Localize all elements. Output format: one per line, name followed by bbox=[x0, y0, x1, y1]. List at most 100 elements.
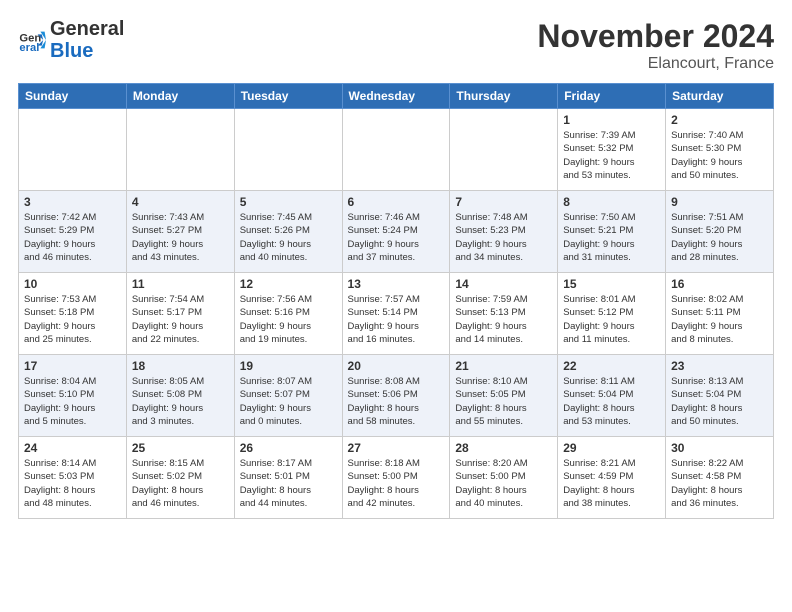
calendar-cell-w3-d4: 21 Sunrise: 8:10 AM Sunset: 5:05 PM Dayli… bbox=[450, 355, 558, 437]
day-number: 19 bbox=[240, 359, 337, 373]
day-info: Sunrise: 7:42 AM Sunset: 5:29 PM Dayligh… bbox=[24, 211, 121, 264]
calendar-cell-w4-d3: 27 Sunrise: 8:18 AM Sunset: 5:00 PM Dayli… bbox=[342, 437, 450, 519]
week-row-0: 1 Sunrise: 7:39 AM Sunset: 5:32 PM Daylig… bbox=[19, 109, 774, 191]
logo-blue: Blue bbox=[50, 40, 93, 62]
day-info: Sunrise: 8:22 AM Sunset: 4:58 PM Dayligh… bbox=[671, 457, 768, 510]
calendar-cell-w3-d1: 18Sunrise: 8:05 AM Sunset: 5:08 PM Dayli… bbox=[126, 355, 234, 437]
page: Gen eral General Blue November 2024 Elan… bbox=[0, 0, 792, 529]
calendar-cell-w1-d2: 5 Sunrise: 7:45 AM Sunset: 5:26 PM Daylig… bbox=[234, 191, 342, 273]
day-number: 11 bbox=[132, 277, 229, 291]
col-wednesday: Wednesday bbox=[342, 84, 450, 109]
calendar-cell-w1-d5: 8 Sunrise: 7:50 AM Sunset: 5:21 PM Daylig… bbox=[558, 191, 666, 273]
day-number: 24 bbox=[24, 441, 121, 455]
day-number: 4 bbox=[132, 195, 229, 209]
day-number: 14 bbox=[455, 277, 552, 291]
day-info: Sunrise: 7:39 AM Sunset: 5:32 PM Dayligh… bbox=[563, 129, 660, 182]
day-number: 30 bbox=[671, 441, 768, 455]
day-number: 27 bbox=[348, 441, 445, 455]
week-row-4: 24 Sunrise: 8:14 AM Sunset: 5:03 PM Dayli… bbox=[19, 437, 774, 519]
day-info: Sunrise: 8:15 AM Sunset: 5:02 PM Dayligh… bbox=[132, 457, 229, 510]
day-number: 21 bbox=[455, 359, 552, 373]
calendar-cell-w3-d2: 19Sunrise: 8:07 AM Sunset: 5:07 PM Dayli… bbox=[234, 355, 342, 437]
calendar-cell-w3-d3: 20 Sunrise: 8:08 AM Sunset: 5:06 PM Dayli… bbox=[342, 355, 450, 437]
day-number: 2 bbox=[671, 113, 768, 127]
day-number: 16 bbox=[671, 277, 768, 291]
day-number: 1 bbox=[563, 113, 660, 127]
day-info: Sunrise: 7:53 AM Sunset: 5:18 PM Dayligh… bbox=[24, 293, 121, 346]
calendar-cell-w4-d4: 28Sunrise: 8:20 AM Sunset: 5:00 PM Dayli… bbox=[450, 437, 558, 519]
day-info: Sunrise: 7:43 AM Sunset: 5:27 PM Dayligh… bbox=[132, 211, 229, 264]
day-info: Sunrise: 7:48 AM Sunset: 5:23 PM Dayligh… bbox=[455, 211, 552, 264]
calendar-cell-w4-d5: 29 Sunrise: 8:21 AM Sunset: 4:59 PM Dayli… bbox=[558, 437, 666, 519]
day-info: Sunrise: 8:13 AM Sunset: 5:04 PM Dayligh… bbox=[671, 375, 768, 428]
header-area: Gen eral General Blue November 2024 Elan… bbox=[18, 18, 774, 73]
calendar-cell-w2-d6: 16 Sunrise: 8:02 AM Sunset: 5:11 PM Dayli… bbox=[666, 273, 774, 355]
day-info: Sunrise: 8:05 AM Sunset: 5:08 PM Dayligh… bbox=[132, 375, 229, 428]
logo-text: General Blue bbox=[50, 18, 124, 62]
calendar-header-row: Sunday Monday Tuesday Wednesday Thursday… bbox=[19, 84, 774, 109]
day-number: 20 bbox=[348, 359, 445, 373]
logo-icon: Gen eral bbox=[18, 26, 46, 54]
calendar-cell-w1-d4: 7 Sunrise: 7:48 AM Sunset: 5:23 PM Daylig… bbox=[450, 191, 558, 273]
calendar-cell-w2-d5: 15Sunrise: 8:01 AM Sunset: 5:12 PM Dayli… bbox=[558, 273, 666, 355]
day-number: 22 bbox=[563, 359, 660, 373]
calendar-cell-w0-d5: 1 Sunrise: 7:39 AM Sunset: 5:32 PM Daylig… bbox=[558, 109, 666, 191]
calendar-cell-w1-d1: 4 Sunrise: 7:43 AM Sunset: 5:27 PM Daylig… bbox=[126, 191, 234, 273]
day-info: Sunrise: 7:40 AM Sunset: 5:30 PM Dayligh… bbox=[671, 129, 768, 182]
day-number: 5 bbox=[240, 195, 337, 209]
day-info: Sunrise: 7:51 AM Sunset: 5:20 PM Dayligh… bbox=[671, 211, 768, 264]
logo-general: General bbox=[50, 18, 124, 40]
week-row-3: 17Sunrise: 8:04 AM Sunset: 5:10 PM Dayli… bbox=[19, 355, 774, 437]
day-info: Sunrise: 8:18 AM Sunset: 5:00 PM Dayligh… bbox=[348, 457, 445, 510]
calendar-cell-w2-d3: 13Sunrise: 7:57 AM Sunset: 5:14 PM Dayli… bbox=[342, 273, 450, 355]
month-title: November 2024 bbox=[537, 18, 774, 55]
day-number: 10 bbox=[24, 277, 121, 291]
calendar-cell-w0-d0 bbox=[19, 109, 127, 191]
day-info: Sunrise: 7:59 AM Sunset: 5:13 PM Dayligh… bbox=[455, 293, 552, 346]
day-number: 13 bbox=[348, 277, 445, 291]
day-info: Sunrise: 7:45 AM Sunset: 5:26 PM Dayligh… bbox=[240, 211, 337, 264]
day-number: 28 bbox=[455, 441, 552, 455]
calendar-cell-w1-d6: 9 Sunrise: 7:51 AM Sunset: 5:20 PM Daylig… bbox=[666, 191, 774, 273]
day-info: Sunrise: 8:14 AM Sunset: 5:03 PM Dayligh… bbox=[24, 457, 121, 510]
col-thursday: Thursday bbox=[450, 84, 558, 109]
calendar-cell-w3-d0: 17Sunrise: 8:04 AM Sunset: 5:10 PM Dayli… bbox=[19, 355, 127, 437]
calendar-cell-w0-d6: 2 Sunrise: 7:40 AM Sunset: 5:30 PM Daylig… bbox=[666, 109, 774, 191]
day-info: Sunrise: 7:50 AM Sunset: 5:21 PM Dayligh… bbox=[563, 211, 660, 264]
calendar-cell-w2-d0: 10 Sunrise: 7:53 AM Sunset: 5:18 PM Dayli… bbox=[19, 273, 127, 355]
day-number: 3 bbox=[24, 195, 121, 209]
day-info: Sunrise: 8:10 AM Sunset: 5:05 PM Dayligh… bbox=[455, 375, 552, 428]
day-number: 7 bbox=[455, 195, 552, 209]
day-number: 6 bbox=[348, 195, 445, 209]
col-friday: Friday bbox=[558, 84, 666, 109]
day-info: Sunrise: 8:02 AM Sunset: 5:11 PM Dayligh… bbox=[671, 293, 768, 346]
day-number: 15 bbox=[563, 277, 660, 291]
day-info: Sunrise: 7:56 AM Sunset: 5:16 PM Dayligh… bbox=[240, 293, 337, 346]
calendar-cell-w1-d3: 6 Sunrise: 7:46 AM Sunset: 5:24 PM Daylig… bbox=[342, 191, 450, 273]
day-number: 8 bbox=[563, 195, 660, 209]
calendar-cell-w1-d0: 3 Sunrise: 7:42 AM Sunset: 5:29 PM Daylig… bbox=[19, 191, 127, 273]
day-number: 29 bbox=[563, 441, 660, 455]
day-number: 23 bbox=[671, 359, 768, 373]
calendar-cell-w4-d2: 26Sunrise: 8:17 AM Sunset: 5:01 PM Dayli… bbox=[234, 437, 342, 519]
col-monday: Monday bbox=[126, 84, 234, 109]
day-number: 9 bbox=[671, 195, 768, 209]
day-number: 25 bbox=[132, 441, 229, 455]
day-number: 12 bbox=[240, 277, 337, 291]
calendar-cell-w0-d4 bbox=[450, 109, 558, 191]
day-info: Sunrise: 8:08 AM Sunset: 5:06 PM Dayligh… bbox=[348, 375, 445, 428]
logo: Gen eral General Blue bbox=[18, 18, 124, 62]
col-saturday: Saturday bbox=[666, 84, 774, 109]
day-info: Sunrise: 7:46 AM Sunset: 5:24 PM Dayligh… bbox=[348, 211, 445, 264]
calendar-cell-w2-d4: 14 Sunrise: 7:59 AM Sunset: 5:13 PM Dayli… bbox=[450, 273, 558, 355]
calendar-cell-w0-d2 bbox=[234, 109, 342, 191]
calendar-cell-w3-d5: 22Sunrise: 8:11 AM Sunset: 5:04 PM Dayli… bbox=[558, 355, 666, 437]
svg-text:eral: eral bbox=[19, 42, 39, 54]
day-info: Sunrise: 8:04 AM Sunset: 5:10 PM Dayligh… bbox=[24, 375, 121, 428]
day-info: Sunrise: 8:21 AM Sunset: 4:59 PM Dayligh… bbox=[563, 457, 660, 510]
day-number: 26 bbox=[240, 441, 337, 455]
calendar-cell-w0-d3 bbox=[342, 109, 450, 191]
day-info: Sunrise: 7:54 AM Sunset: 5:17 PM Dayligh… bbox=[132, 293, 229, 346]
col-tuesday: Tuesday bbox=[234, 84, 342, 109]
calendar-cell-w4-d0: 24 Sunrise: 8:14 AM Sunset: 5:03 PM Dayli… bbox=[19, 437, 127, 519]
